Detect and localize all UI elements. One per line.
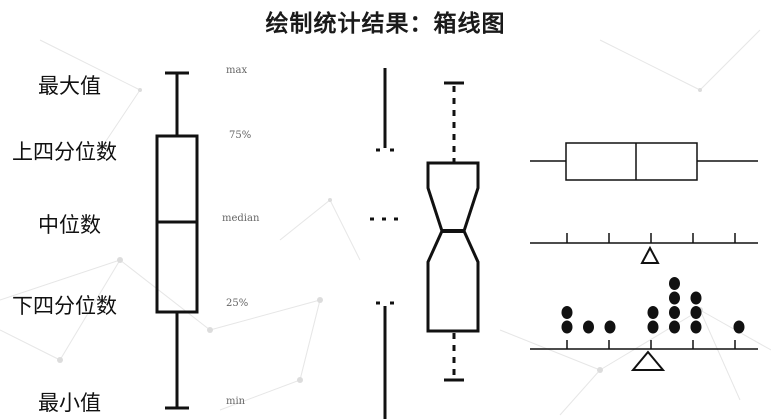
- dotplot-point: [690, 291, 702, 305]
- h-box: [565, 142, 698, 181]
- dotplot-point: [561, 306, 573, 319]
- dotplot-point: [669, 306, 680, 319]
- dotplot-point: [733, 320, 745, 334]
- notched-box: [426, 161, 480, 333]
- dotplot-point: [647, 306, 659, 319]
- notched-boxplot: [426, 81, 480, 382]
- dotplot-point: [690, 320, 702, 334]
- dotplot-point: [561, 320, 573, 334]
- dotplot-axis: [530, 340, 758, 371]
- dotplot-points: [561, 277, 745, 334]
- dotplot-fulcrum-icon: [630, 350, 666, 371]
- dotplot-point: [583, 320, 594, 334]
- mean-axis: [530, 233, 758, 264]
- tufte-boxplot: [370, 68, 400, 419]
- dotplot-point: [669, 291, 680, 305]
- dotplot-point: [604, 320, 616, 334]
- dotplot-point: [669, 277, 680, 290]
- dotplot-point: [669, 320, 680, 334]
- interquartile-box: [155, 134, 199, 314]
- horizontal-boxplot: [530, 142, 758, 181]
- dotplot-point: [690, 306, 702, 319]
- annotated-boxplot: [155, 71, 199, 410]
- balance-pointer-icon: [640, 245, 660, 264]
- boxplot-diagram: [155, 68, 758, 419]
- dotplot-point: [647, 320, 659, 334]
